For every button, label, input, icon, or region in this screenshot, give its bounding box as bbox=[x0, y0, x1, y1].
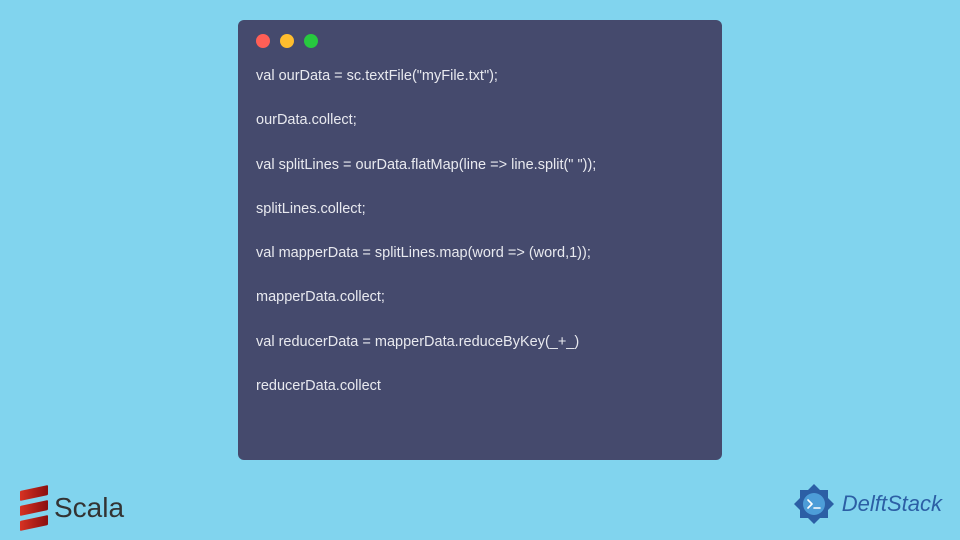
code-line: reducerData.collect bbox=[256, 376, 704, 396]
maximize-icon bbox=[304, 34, 318, 48]
scala-text: Scala bbox=[54, 492, 124, 524]
close-icon bbox=[256, 34, 270, 48]
code-window: val ourData = sc.textFile("myFile.txt");… bbox=[238, 20, 722, 460]
code-line: val mapperData = splitLines.map(word => … bbox=[256, 243, 704, 263]
delftstack-badge-icon bbox=[790, 480, 838, 528]
delftstack-text: DelftStack bbox=[842, 491, 942, 517]
delftstack-logo: DelftStack bbox=[790, 480, 942, 528]
code-area: val ourData = sc.textFile("myFile.txt");… bbox=[256, 66, 704, 396]
scala-logo: Scala bbox=[20, 488, 124, 528]
code-line: val reducerData = mapperData.reduceByKey… bbox=[256, 332, 704, 352]
code-line: val ourData = sc.textFile("myFile.txt"); bbox=[256, 66, 704, 86]
code-line: val splitLines = ourData.flatMap(line =>… bbox=[256, 155, 704, 175]
minimize-icon bbox=[280, 34, 294, 48]
traffic-lights bbox=[256, 34, 704, 48]
code-line: mapperData.collect; bbox=[256, 287, 704, 307]
code-line: splitLines.collect; bbox=[256, 199, 704, 219]
code-line: ourData.collect; bbox=[256, 110, 704, 130]
scala-icon bbox=[20, 488, 48, 528]
